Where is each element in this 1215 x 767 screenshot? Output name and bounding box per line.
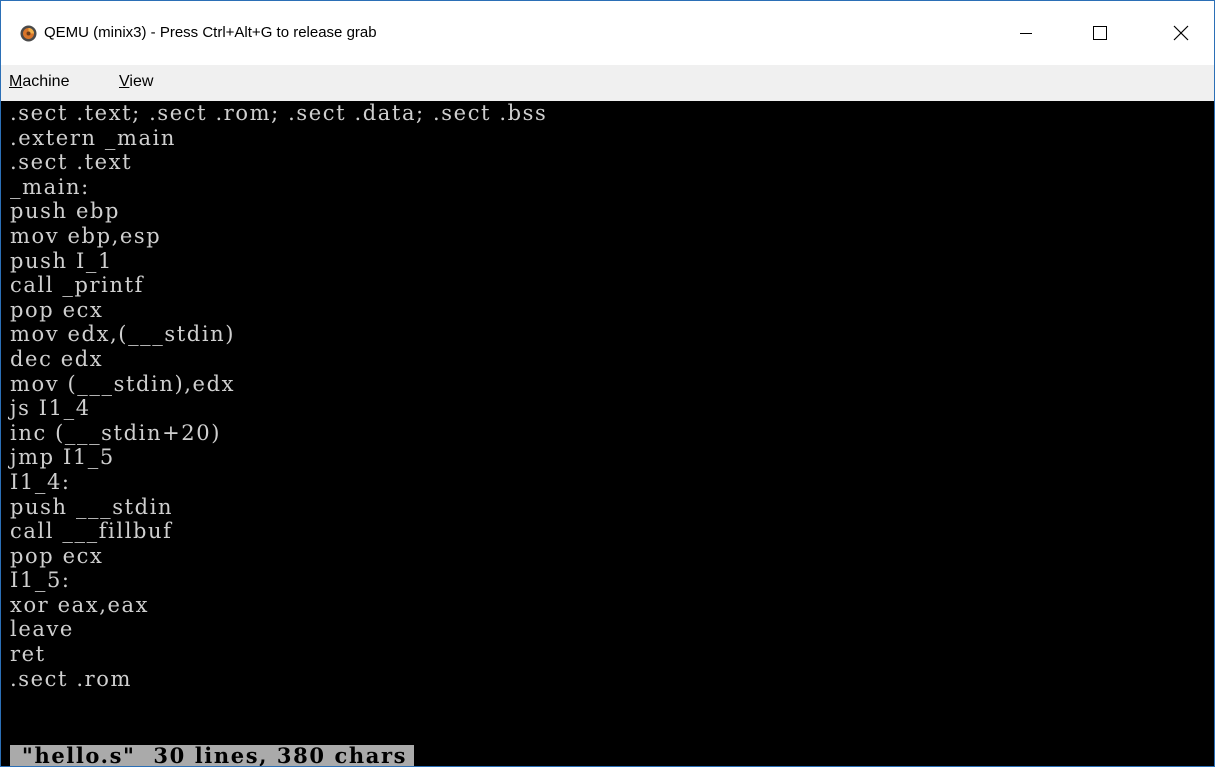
terminal-line: jmp I1_5 <box>10 445 115 470</box>
terminal-line: mov (___stdin),edx <box>10 371 236 396</box>
terminal-line: push I_1 <box>10 248 113 273</box>
terminal-line: mov ebp,esp <box>10 223 162 248</box>
terminal-line: dec edx <box>10 346 104 371</box>
menu-view-accelerator: V <box>119 73 130 90</box>
terminal-line: .sect .rom <box>10 666 133 691</box>
terminal-line: xor eax,eax <box>10 592 150 617</box>
minimize-button[interactable] <box>995 1 1057 65</box>
qemu-window: QEMU (minix3) - Press Ctrl+Alt+G to rele… <box>0 0 1215 767</box>
terminal-line: push ebp <box>10 199 121 224</box>
menu-bar <box>1 65 1214 101</box>
terminal-line: leave <box>10 617 74 642</box>
terminal-lines: .sect .text; .sect .rom; .sect .data; .s… <box>10 101 547 691</box>
terminal-line: _main: <box>10 174 90 199</box>
close-button[interactable] <box>1150 1 1212 65</box>
window-title: QEMU (minix3) - Press Ctrl+Alt+G to rele… <box>44 24 377 41</box>
terminal-line: I1_4: <box>10 469 71 494</box>
terminal-line: mov edx,(___stdin) <box>10 322 236 347</box>
maximize-icon <box>1093 26 1107 40</box>
menu-machine[interactable]: Machine <box>9 73 69 91</box>
minimize-icon <box>1020 33 1032 34</box>
title-bar[interactable]: QEMU (minix3) - Press Ctrl+Alt+G to rele… <box>1 1 1214 65</box>
maximize-button[interactable] <box>1069 1 1131 65</box>
menu-view[interactable]: View <box>119 73 153 91</box>
guest-display[interactable]: .sect .text; .sect .rom; .sect .data; .s… <box>1 101 1214 766</box>
terminal-line: call ___fillbuf <box>10 519 173 544</box>
menu-view-label: iew <box>129 73 154 90</box>
editor-status-line: "hello.s" 30 lines, 380 chars <box>10 745 415 766</box>
terminal-line: I1_5: <box>10 568 71 593</box>
terminal-line: .sect .text <box>10 150 133 175</box>
terminal-line: push ___stdin <box>10 494 174 519</box>
terminal-line: pop ecx <box>10 543 104 568</box>
terminal-line: pop ecx <box>10 297 104 322</box>
terminal-line: .extern _main <box>10 125 177 150</box>
terminal-line: inc (___stdin+20) <box>10 420 221 445</box>
menu-machine-label: achine <box>22 73 70 90</box>
terminal-line: ret <box>10 642 46 667</box>
menu-machine-accelerator: M <box>9 73 23 90</box>
terminal-line: js I1_4 <box>10 396 91 421</box>
close-icon <box>1173 25 1189 41</box>
terminal-line: .sect .text; .sect .rom; .sect .data; .s… <box>10 101 548 125</box>
qemu-logo-icon <box>20 25 37 42</box>
terminal-line: call _printf <box>10 273 145 298</box>
